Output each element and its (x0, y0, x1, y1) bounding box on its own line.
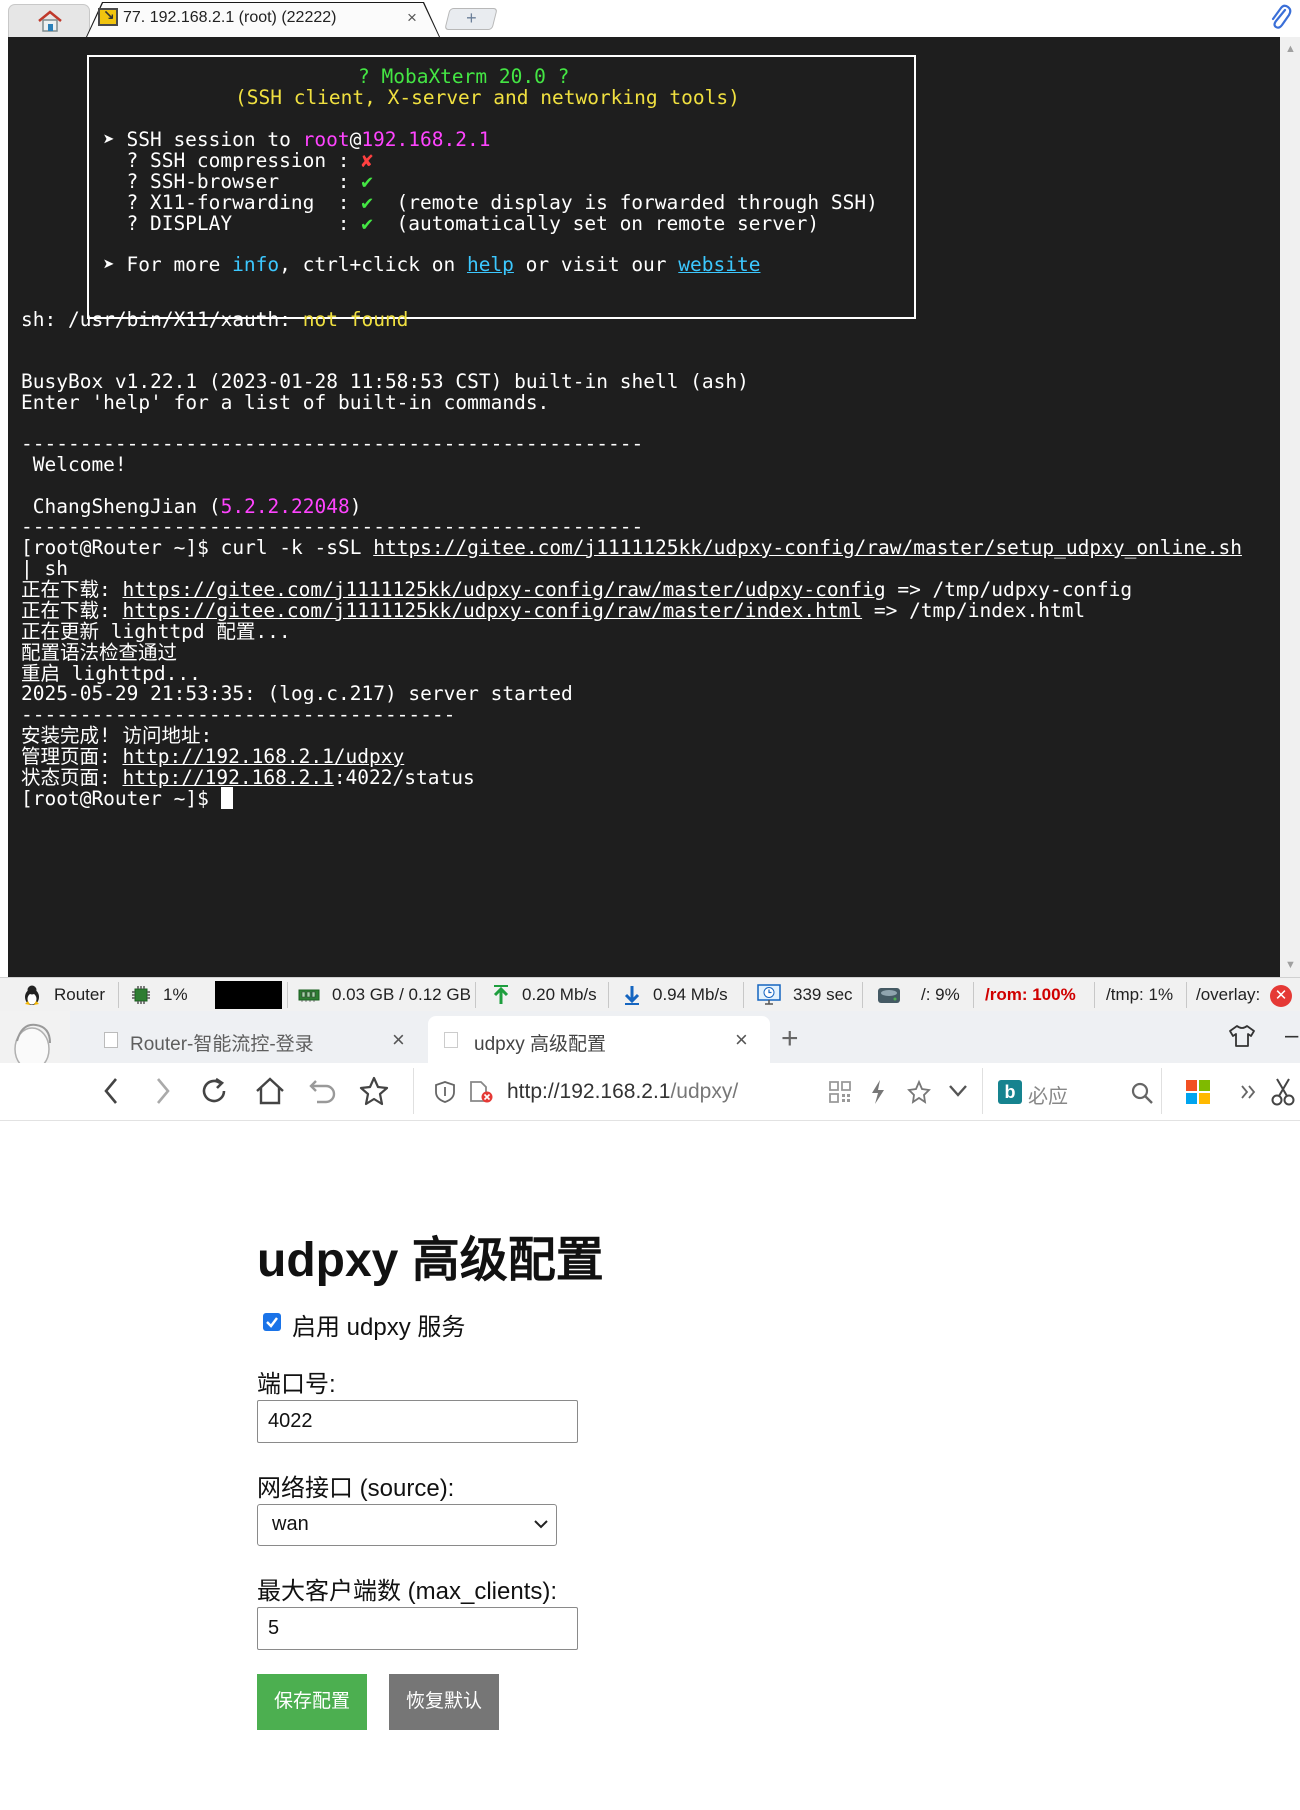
index-html-link[interactable]: https://gitee.com/j1111125kk/udpxy-confi… (122, 599, 862, 622)
new-browser-tab-button[interactable]: + (781, 1022, 799, 1056)
more-chevron-icon[interactable] (1240, 1082, 1256, 1102)
max-clients-label: 最大客户端数 (max_clients): (257, 1578, 558, 1605)
enable-udpxy-label[interactable]: 启用 udpxy 服务 (292, 1307, 465, 1342)
upload-arrow-icon (493, 985, 509, 1004)
status-memory: 0.03 GB / 0.12 GB (298, 978, 471, 1012)
setup-script-link[interactable]: https://gitee.com/j1111125kk/udpxy-confi… (373, 536, 1242, 559)
favorite-star-icon[interactable] (358, 1075, 390, 1107)
banner-row-display: ? DISPLAY : ✔ (automatically set on remo… (103, 212, 820, 235)
banner-info-line: ➤ For more info, ctrl+click on help or v… (103, 253, 761, 276)
hard-disk-icon (878, 988, 900, 1003)
chevron-down-icon[interactable] (948, 1084, 968, 1098)
help-hint-line: Enter 'help' for a list of built-in comm… (21, 391, 550, 414)
terminal-output[interactable]: ? MobaXterm 20.0 ? (SSH client, X-server… (8, 37, 1280, 977)
restore-defaults-button[interactable]: 恢复默认 (389, 1674, 499, 1730)
interface-label: 网络接口 (source): (257, 1475, 455, 1502)
tab-close-button[interactable]: × (735, 1027, 748, 1053)
status-tmp-fs: /tmp: 1% (1106, 985, 1174, 1004)
linux-tux-icon (25, 985, 39, 1005)
search-icon[interactable] (1130, 1081, 1154, 1105)
port-label: 端口号: (257, 1371, 336, 1398)
info-link[interactable]: info (232, 253, 279, 276)
scroll-down-icon[interactable]: ▼ (1285, 959, 1296, 971)
status-page-link[interactable]: http://192.168.2.1 (122, 766, 333, 789)
enable-udpxy-checkbox[interactable] (263, 1313, 281, 1331)
welcome-line: Welcome! (21, 453, 127, 476)
mobaxterm-status-bar: Router 1% 0.03 GB / 0.12 GB 0.20 Mb/s 0.… (0, 977, 1300, 1011)
status-cpu: 1% (131, 978, 188, 1012)
status-rom-fs: /rom: 100% (985, 985, 1076, 1004)
qr-code-icon[interactable] (828, 1080, 852, 1104)
help-link[interactable]: help (467, 253, 514, 276)
lightning-icon[interactable] (868, 1078, 888, 1106)
interface-select[interactable]: wan (257, 1504, 557, 1546)
plus-icon: + (465, 8, 477, 28)
bing-logo-icon: b (998, 1080, 1022, 1104)
download-arrow-icon (624, 986, 640, 1005)
cpu-chip-icon (132, 986, 150, 1004)
curl-command-line: [root@Router ~]$ curl -k -sSL https://gi… (21, 536, 1242, 559)
url-text[interactable]: http://192.168.2.1/udpxy/ (507, 1080, 738, 1104)
home-icon[interactable] (254, 1075, 286, 1107)
shield-icon[interactable] (434, 1080, 456, 1104)
browser-tab-udpxy-config[interactable]: udpxy 高级配置 × (428, 1016, 770, 1063)
status-overlay-fs: /overlay: (1196, 985, 1261, 1004)
max-clients-input[interactable]: 5 (257, 1607, 578, 1650)
browser-tab-label: udpxy 高级配置 (474, 1034, 606, 1055)
admin-page-link[interactable]: http://192.168.2.1/udpxy (122, 745, 404, 768)
home-tab[interactable] (8, 4, 90, 37)
browser-tab-label: Router-智能流控-登录 (130, 1034, 314, 1055)
port-input[interactable]: 4022 (257, 1400, 578, 1443)
final-prompt-line: [root@Router ~]$ (21, 787, 233, 811)
website-link[interactable]: website (678, 253, 760, 276)
udpxy-config-link[interactable]: https://gitee.com/j1111125kk/udpxy-confi… (122, 578, 885, 601)
home-icon (38, 10, 62, 32)
browser-tab-router-login[interactable]: Router-智能流控-登录 × (90, 1016, 422, 1063)
status-uptime: 339 sec (757, 978, 853, 1012)
banner-subtitle: (SSH client, X-server and networking too… (235, 86, 740, 109)
paperclip-icon[interactable] (1268, 4, 1292, 30)
page-favicon-icon (444, 1032, 458, 1048)
new-session-tab-button[interactable]: + (444, 8, 498, 30)
reload-icon[interactable] (198, 1075, 230, 1107)
page-title: udpxy 高级配置 (257, 1234, 604, 1287)
ssh-session-icon: ↘ (98, 7, 118, 26)
status-host: Router (22, 978, 105, 1012)
scroll-up-icon[interactable]: ▲ (1285, 43, 1296, 55)
minimize-window-button[interactable]: – (1285, 1022, 1298, 1050)
status-root-fs: /: 9% (921, 985, 960, 1004)
back-arrow-icon[interactable] (100, 1075, 124, 1107)
search-engine-label: 必应 (1028, 1086, 1068, 1108)
forward-arrow-icon[interactable] (150, 1075, 174, 1107)
monitor-clock-icon (757, 984, 781, 1005)
network-graph (215, 981, 282, 1009)
session-tab-close-button[interactable]: × (407, 8, 417, 28)
interface-selected-value: wan (272, 1513, 309, 1535)
xauth-error-line: sh: /usr/bin/X11/xauth: not found (21, 308, 409, 331)
page-favicon-icon (104, 1032, 118, 1048)
mobaxterm-tab-strip: ↘ 77. 192.168.2.1 (root) (22222) × + (0, 0, 1300, 37)
session-tab-label: 77. 192.168.2.1 (root) (22222) (123, 9, 337, 26)
tab-close-button[interactable]: × (392, 1027, 405, 1053)
favorites-add-icon[interactable] (907, 1079, 931, 1105)
undo-close-icon[interactable] (308, 1075, 338, 1107)
status-download: 0.94 Mb/s (623, 978, 728, 1012)
checkmark-icon (266, 1317, 278, 1328)
chevron-down-icon (534, 1520, 548, 1529)
scissors-icon[interactable] (1270, 1077, 1296, 1107)
skin-theme-icon[interactable] (1228, 1024, 1256, 1048)
status-upload: 0.20 Mb/s (492, 978, 597, 1012)
save-config-button[interactable]: 保存配置 (257, 1674, 367, 1730)
insecure-page-icon[interactable] (468, 1080, 494, 1104)
close-session-icon[interactable]: ✕ (1270, 985, 1292, 1007)
terminal-cursor (220, 787, 233, 809)
memory-icon (298, 989, 320, 1002)
status-disk-icon-wrap (877, 978, 901, 1012)
apps-grid-icon[interactable] (1185, 1079, 1211, 1105)
mobaxterm-welcome-banner: ? MobaXterm 20.0 ? (SSH client, X-server… (87, 55, 916, 319)
terminal-scrollbar[interactable]: ▲ ▼ (1280, 37, 1300, 977)
